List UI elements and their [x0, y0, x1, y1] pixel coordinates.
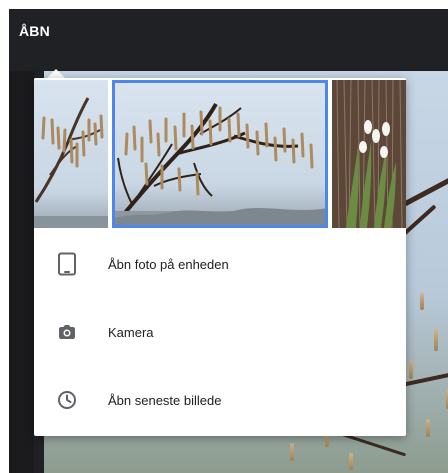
photo-thumbnail-2-selected[interactable]: [112, 80, 328, 228]
snowdrops-image: [332, 80, 406, 228]
photo-thumbnail-1[interactable]: [34, 80, 108, 228]
menu-item-label: Åbn foto på enheden: [108, 256, 229, 272]
catkin-branch-image: [34, 80, 108, 228]
menu-item-camera[interactable]: Kamera: [34, 298, 406, 366]
open-menu: Åbn foto på enheden Kamera Åbn seneste b…: [34, 78, 406, 436]
tablet-icon: [55, 252, 79, 276]
open-button[interactable]: ÅBN: [19, 23, 50, 39]
menu-arrow: [47, 69, 65, 78]
recent-photos-strip: [34, 78, 406, 230]
photo-thumbnail-3[interactable]: [332, 80, 406, 228]
open-options-list: Åbn foto på enheden Kamera Åbn seneste b…: [34, 230, 406, 434]
top-bar: ÅBN: [9, 9, 448, 57]
menu-item-label: Åbn seneste billede: [108, 392, 222, 408]
catkin-tree-image: [112, 80, 328, 228]
menu-item-open-recent-image[interactable]: Åbn seneste billede: [34, 366, 406, 434]
camera-icon: [55, 320, 79, 344]
app-window: ÅBN Åbn foto på enheden Kamera Åbn senes…: [9, 9, 448, 473]
left-edge-strip: [9, 71, 34, 473]
clock-icon: [55, 388, 79, 412]
menu-item-open-device-photo[interactable]: Åbn foto på enheden: [34, 230, 406, 298]
menu-item-label: Kamera: [108, 324, 154, 340]
